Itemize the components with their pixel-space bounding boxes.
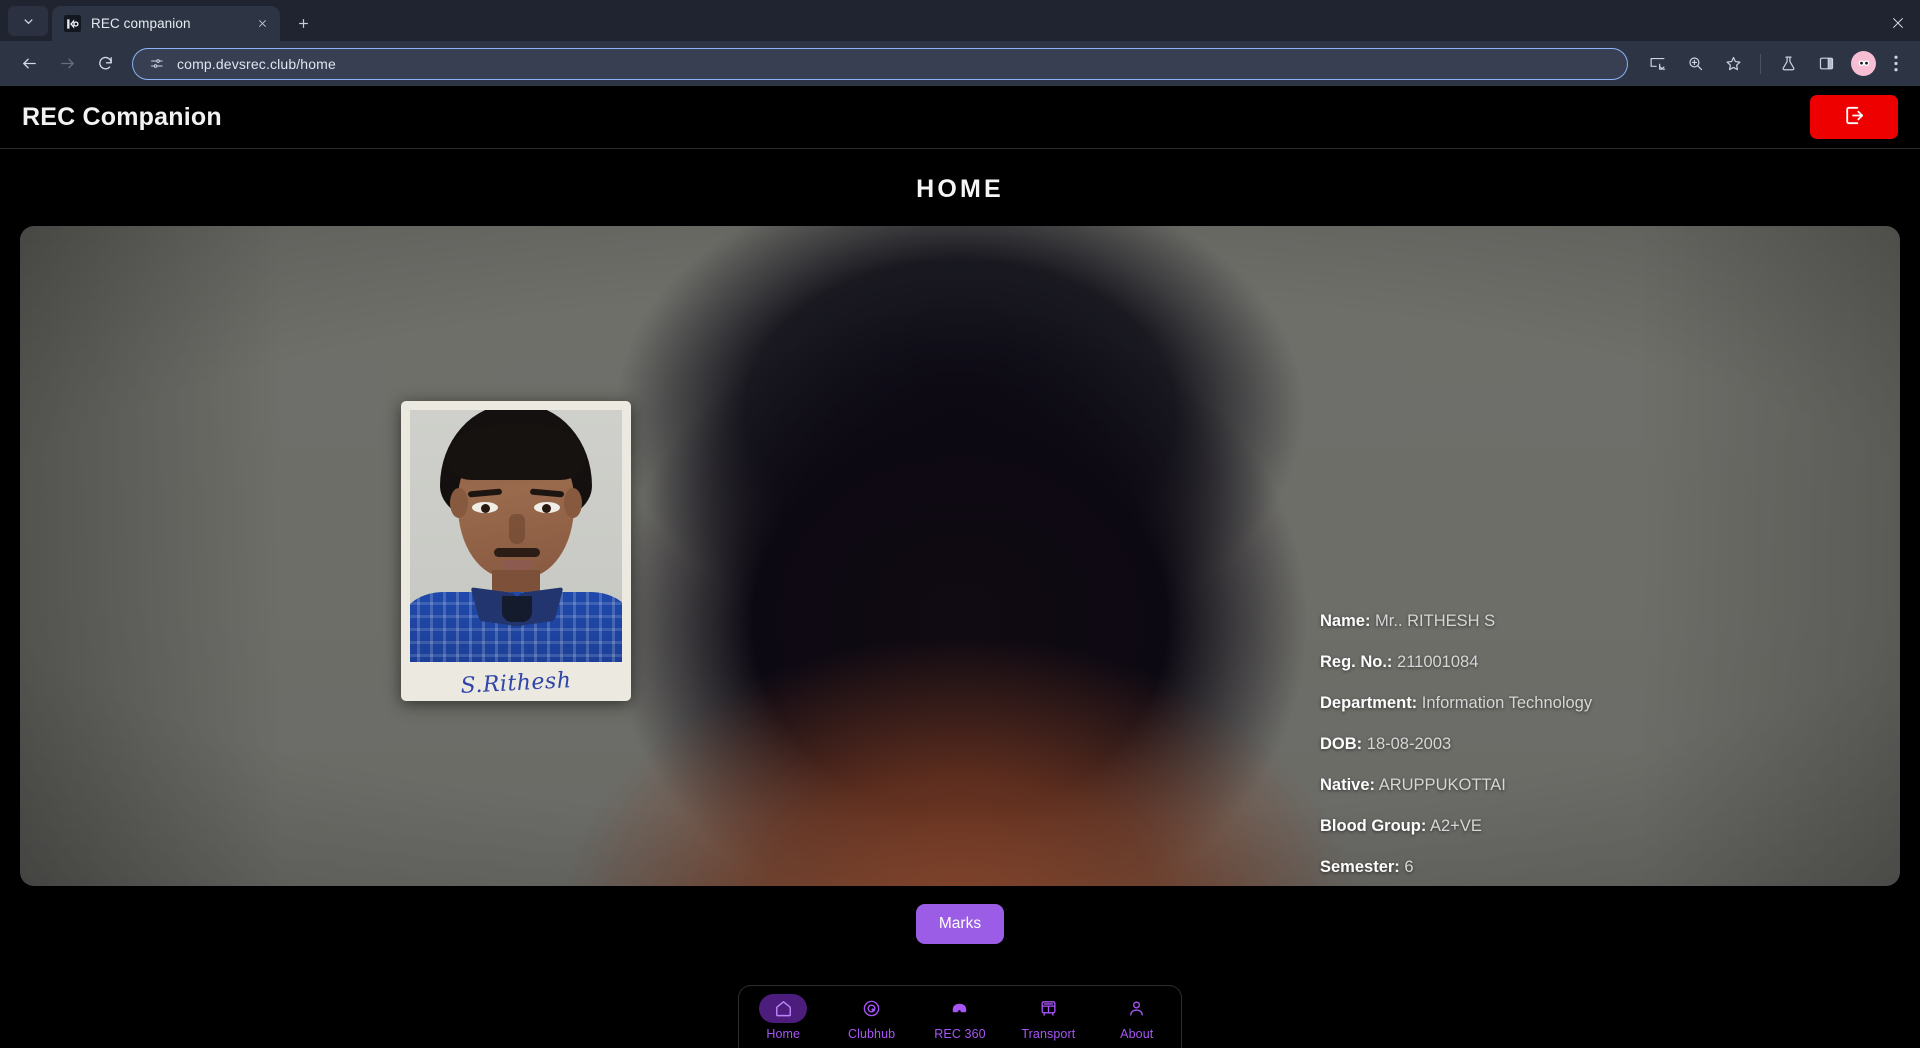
detail-row: Reg. No.: 211001084 [1320, 653, 1860, 672]
bottom-navigation: Home Clubhub REC 360 Transport About [738, 985, 1182, 1048]
nav-item-transport[interactable]: Transport [1009, 994, 1087, 1041]
zoom-icon[interactable] [1680, 49, 1710, 79]
three-dot-menu-icon[interactable] [1882, 49, 1910, 79]
student-passport-photo [410, 410, 622, 662]
detail-value: 6 [1404, 858, 1414, 876]
detail-label: Department: [1320, 694, 1418, 712]
nav-label: Clubhub [847, 1027, 896, 1041]
nav-item-rec360[interactable]: REC 360 [921, 994, 999, 1041]
student-profile-card: S.Rithesh Name: Mr.. RITHESH S Reg. No.:… [20, 226, 1900, 886]
page-title: HOME [916, 175, 1004, 203]
reload-button[interactable] [89, 48, 121, 80]
close-icon[interactable] [252, 14, 272, 34]
detail-value: Information Technology [1421, 694, 1593, 712]
vr-headset-icon [936, 994, 984, 1023]
profile-avatar[interactable] [1851, 51, 1876, 76]
address-bar[interactable] [132, 47, 1628, 80]
bookmark-star-icon[interactable] [1718, 49, 1748, 79]
nav-label: Home [766, 1027, 801, 1041]
browser-tab[interactable]: REC companion [52, 6, 280, 41]
detail-value: 211001084 [1397, 653, 1479, 671]
nav-label: About [1120, 1027, 1154, 1041]
detail-row: DOB: 18-08-2003 [1320, 735, 1860, 754]
detail-label: Native: [1320, 776, 1376, 794]
detail-value: Mr.. RITHESH S [1375, 612, 1496, 630]
toolbar-divider [1760, 53, 1761, 74]
detail-value: 18-08-2003 [1366, 735, 1452, 753]
student-photo-frame: S.Rithesh [401, 401, 631, 701]
window-close-button[interactable] [1876, 5, 1920, 41]
detail-label: Reg. No.: [1320, 653, 1393, 671]
detail-value: ARUPPUKOTTAI [1378, 776, 1506, 794]
detail-value: A2+VE [1430, 817, 1482, 835]
browser-toolbar [0, 41, 1920, 86]
app-header: REC Companion [0, 86, 1920, 149]
detail-label: DOB: [1320, 735, 1363, 753]
person-icon [1113, 994, 1161, 1023]
detail-row: Semester: 6 [1320, 858, 1860, 877]
install-app-icon[interactable] [1642, 49, 1672, 79]
detail-row: Name: Mr.. RITHESH S [1320, 612, 1860, 631]
nav-label: REC 360 [934, 1027, 986, 1041]
home-icon [759, 994, 808, 1023]
marks-row: Marks [0, 904, 1920, 944]
detail-label: Blood Group: [1320, 817, 1427, 835]
logout-button[interactable] [1810, 95, 1898, 139]
toolbar-actions [1638, 49, 1910, 79]
url-input[interactable] [177, 55, 1613, 72]
detail-row: Native: ARUPPUKOTTAI [1320, 776, 1860, 795]
side-panel-icon[interactable] [1811, 49, 1841, 79]
tune-sliders-icon[interactable] [147, 55, 165, 73]
back-button[interactable] [13, 48, 45, 80]
marks-button[interactable]: Marks [916, 904, 1004, 944]
labs-flask-icon[interactable] [1773, 49, 1803, 79]
forward-button[interactable] [51, 48, 83, 80]
disc-icon [848, 994, 896, 1023]
tab-search-button[interactable] [8, 6, 48, 36]
new-tab-button[interactable] [288, 8, 318, 38]
app-title: REC Companion [22, 102, 222, 131]
rec-logo-favicon [64, 15, 81, 32]
page-content: REC Companion HOME S.Rithesh Name: Mr.. … [0, 86, 1920, 1048]
logout-icon [1843, 104, 1866, 130]
browser-chrome: REC companion [0, 0, 1920, 86]
detail-label: Name: [1320, 612, 1371, 630]
tab-strip: REC companion [0, 0, 1920, 41]
nav-item-home[interactable]: Home [744, 994, 822, 1041]
student-signature: S.Rithesh [459, 667, 573, 699]
nav-label: Transport [1021, 1027, 1076, 1041]
detail-row: Blood Group: A2+VE [1320, 817, 1860, 836]
bus-icon [1024, 994, 1072, 1023]
student-details: Name: Mr.. RITHESH S Reg. No.: 211001084… [1320, 612, 1860, 886]
tab-title: REC companion [91, 16, 191, 31]
detail-row: Department: Information Technology [1320, 694, 1860, 713]
nav-item-clubhub[interactable]: Clubhub [833, 994, 911, 1041]
card-content: S.Rithesh Name: Mr.. RITHESH S Reg. No.:… [20, 226, 1900, 886]
nav-item-about[interactable]: About [1098, 994, 1176, 1041]
detail-label: Semester: [1320, 858, 1400, 876]
